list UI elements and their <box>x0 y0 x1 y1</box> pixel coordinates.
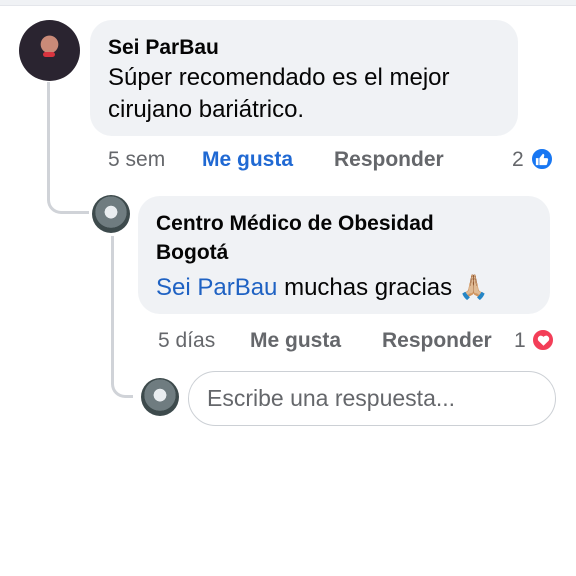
reply-message: muchas gracias <box>277 274 459 301</box>
comment-timestamp[interactable]: 5 sem <box>108 147 165 173</box>
mention-link[interactable]: Sei ParBau <box>156 274 277 301</box>
reply-text: Sei ParBau muchas gracias 🙏🏼 <box>156 272 532 304</box>
top-divider <box>0 0 576 6</box>
reply-actions: 5 días Me gusta Responder 1 <box>158 328 560 354</box>
reply-bubble: Centro Médico de Obesidad Bogotá Sei Par… <box>138 196 550 314</box>
comment-author[interactable]: Sei ParBau <box>108 33 500 62</box>
compose-avatar <box>141 378 179 416</box>
like-button[interactable]: Me gusta <box>202 147 293 173</box>
commenter-avatar[interactable] <box>19 20 80 81</box>
comment-text-line: cirujano bariátrico. <box>108 96 305 123</box>
like-button[interactable]: Me gusta <box>250 328 341 354</box>
reply-button[interactable]: Responder <box>334 147 444 173</box>
reply-timestamp[interactable]: 5 días <box>158 328 215 354</box>
comment-bubble: Sei ParBau Súper recomendado es el mejor… <box>90 20 518 136</box>
reply-author[interactable]: Bogotá <box>156 238 532 267</box>
comment-actions: 5 sem Me gusta Responder 2 <box>108 147 560 173</box>
reply-button[interactable]: Responder <box>382 328 492 354</box>
clinic-avatar[interactable] <box>92 195 130 233</box>
praying-hands-emoji: 🙏🏼 <box>458 274 489 301</box>
thread-connector <box>111 236 133 398</box>
heart-icon[interactable] <box>531 328 555 352</box>
thread-connector <box>47 82 89 214</box>
reply-composer[interactable] <box>188 371 556 426</box>
comment-text-line: Súper recomendado es el mejor <box>108 64 450 91</box>
reaction-count[interactable]: 2 <box>512 147 524 173</box>
reaction-count[interactable]: 1 <box>514 328 526 354</box>
reply-author[interactable]: Centro Médico de Obesidad <box>156 209 532 238</box>
reply-input[interactable] <box>207 385 537 412</box>
like-icon[interactable] <box>530 147 554 171</box>
